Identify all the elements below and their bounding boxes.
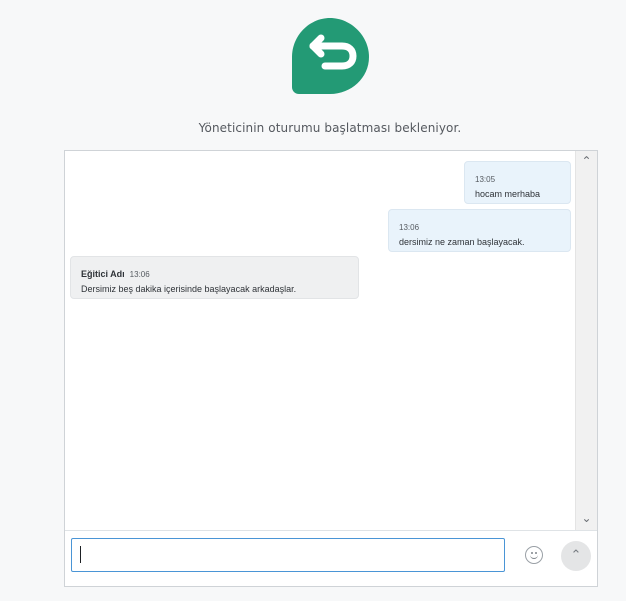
chevron-up-icon[interactable]: ⌃ — [579, 154, 594, 169]
message-input[interactable] — [71, 538, 505, 572]
chat-page: Yöneticinin oturumu başlatması bekleniyo… — [0, 0, 626, 601]
message-time: 13:05 — [475, 175, 496, 184]
text-cursor — [80, 546, 81, 563]
message-bubble-outgoing: 13:05 hocam merhaba — [464, 161, 571, 204]
message-composer: ⌃ — [65, 530, 597, 586]
message-text: hocam merhaba — [475, 189, 541, 199]
smiley-icon[interactable] — [525, 546, 543, 564]
chevron-down-icon[interactable]: ⌄ — [579, 511, 594, 526]
smiley-mouth — [530, 554, 538, 559]
message-time: 13:06 — [129, 270, 150, 279]
message-time: 13:06 — [399, 223, 420, 232]
message-sender: Eğitici Adı — [81, 269, 125, 279]
return-arrow-badge-icon — [292, 18, 369, 94]
chevron-up-icon[interactable]: ⌃ — [561, 541, 591, 571]
message-text: Dersimiz beş dakika içerisinde başlayaca… — [81, 284, 297, 294]
message-list[interactable]: 13:05 hocam merhaba 13:06 dersimiz ne za… — [65, 151, 575, 531]
message-bubble-incoming: Eğitici Adı 13:06 Dersimiz beş dakika içe… — [70, 256, 359, 299]
message-bubble-outgoing: 13:06 dersimiz ne zaman başlayacak. — [388, 209, 571, 252]
chat-panel: 13:05 hocam merhaba 13:06 dersimiz ne za… — [64, 150, 598, 587]
message-scrollbar[interactable]: ⌃ ⌄ — [575, 151, 597, 531]
message-text: dersimiz ne zaman başlayacak. — [399, 237, 525, 247]
session-status-text: Yöneticinin oturumu başlatması bekleniyo… — [198, 121, 462, 135]
